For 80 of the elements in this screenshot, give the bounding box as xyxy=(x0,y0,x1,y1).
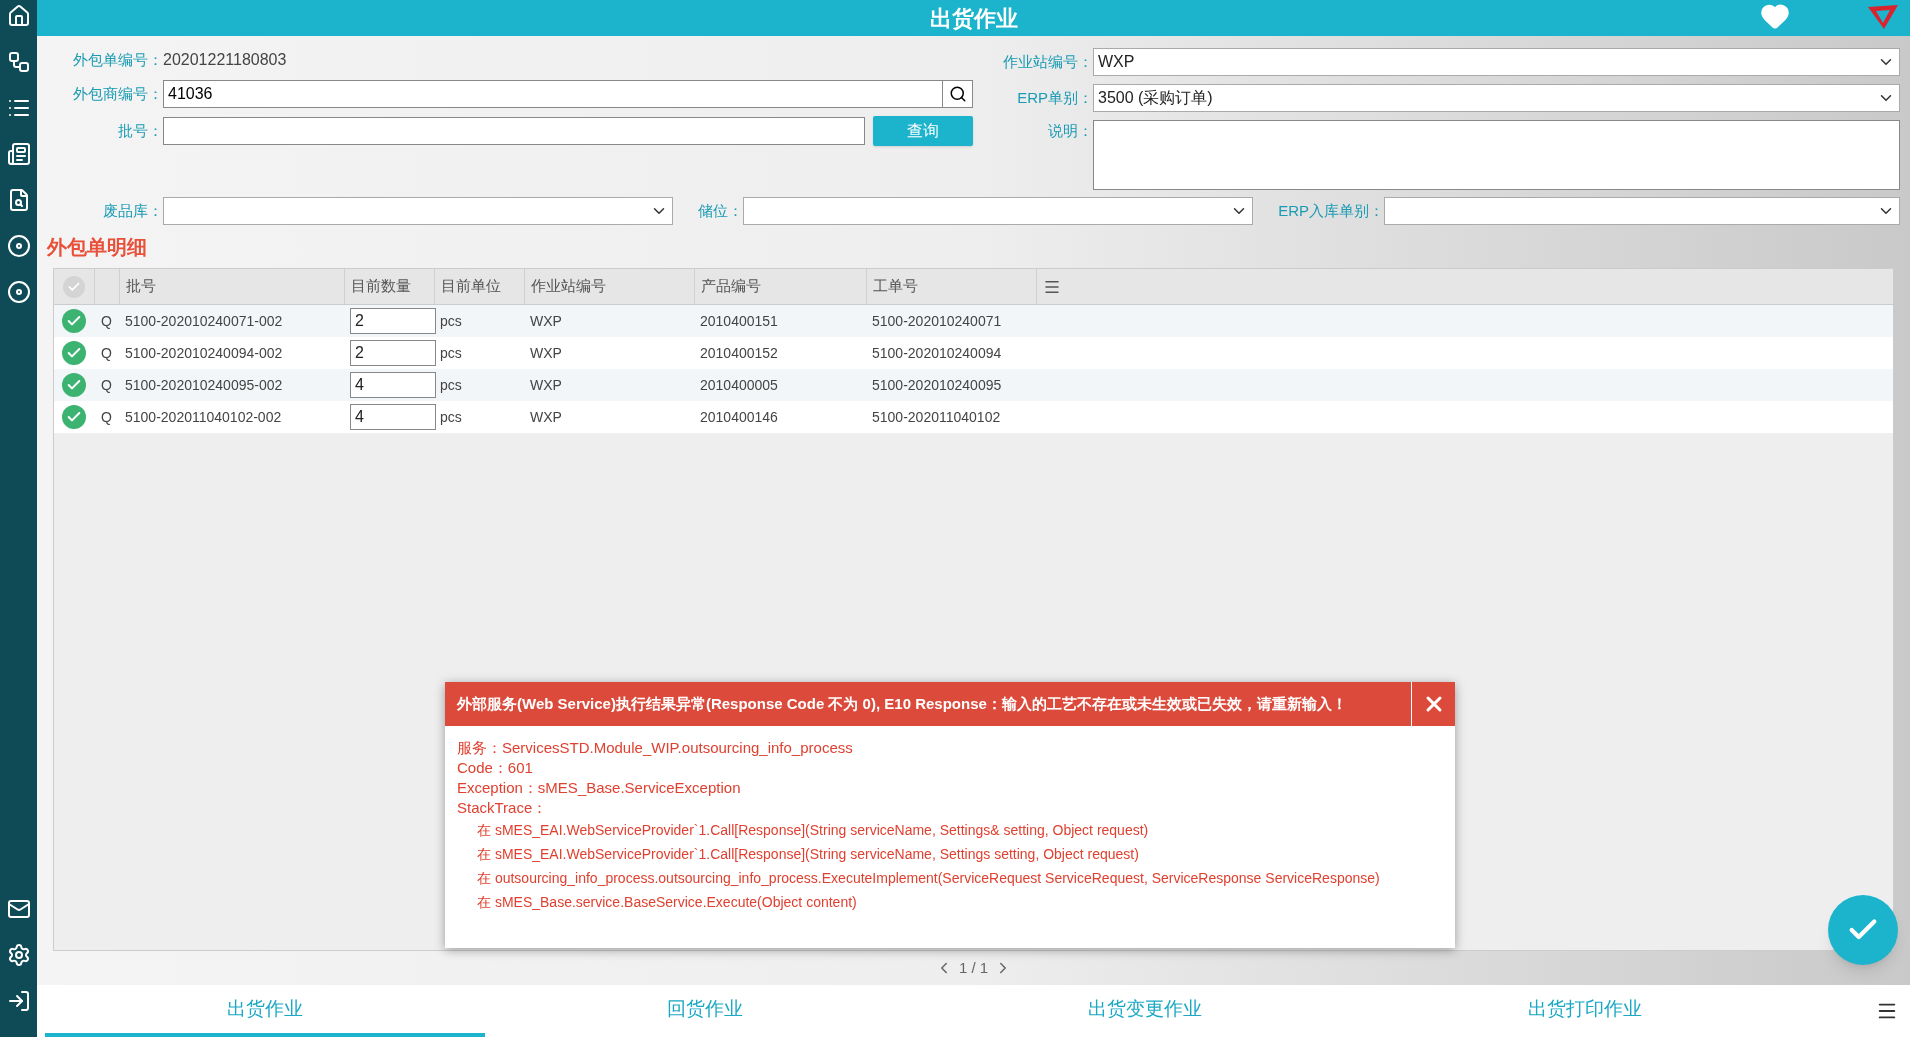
field-label: 作业站编号： xyxy=(1002,51,1093,72)
sidebar-icon[interactable] xyxy=(6,142,31,166)
field-label: 外包商编号： xyxy=(72,83,163,104)
error-detail: Code：601 xyxy=(457,758,534,778)
quantity-field[interactable]: 2 xyxy=(350,340,436,366)
error-detail: StackTrace： xyxy=(457,798,549,818)
column-header[interactable]: 目前数量 xyxy=(344,269,434,304)
table-cell-text: 5100-202011040102 xyxy=(871,407,1002,427)
table-cell-text: 5100-202010240071 xyxy=(871,311,1003,331)
table-cell-text: Q xyxy=(100,311,113,331)
sidebar-icon[interactable] xyxy=(6,234,31,258)
field-label: 储位： xyxy=(697,200,743,221)
stack-trace-line: 在 outsourcing_info_process.outsourcing_info_process.ExecuteImplement(ServiceRequest ServiceRequest, ServiceResponse ServiceResponse) xyxy=(476,869,1381,888)
table-cell-text: 2010400152 xyxy=(699,343,779,363)
mail-icon[interactable] xyxy=(6,897,31,921)
stack-trace-line: 在 sMES_EAI.WebServiceProvider`1.Call[Response](String serviceName, Settings setting, Object request) xyxy=(476,845,1140,864)
table-cell-text: 5100-202010240094 xyxy=(871,343,1003,363)
column-header[interactable]: 目前单位 xyxy=(434,269,524,304)
table-cell-text: 5100-202010240071-002 xyxy=(124,311,284,331)
row-checkbox[interactable] xyxy=(62,309,86,333)
settings-icon[interactable] xyxy=(6,943,31,967)
order-number: 20201221180803 xyxy=(163,50,287,70)
column-header[interactable]: 产品编号 xyxy=(694,269,866,304)
page-indicator: 1 / 1 xyxy=(958,957,989,978)
table-cell-text: pcs xyxy=(439,311,463,331)
quantity-field[interactable]: 2 xyxy=(350,308,436,334)
sidebar-icon[interactable] xyxy=(6,4,31,28)
logo-icon xyxy=(1866,3,1900,31)
field-label: 批号： xyxy=(117,120,163,141)
table-cell-text: pcs xyxy=(439,343,463,363)
dialog-title: 外部服务(Web Service)执行结果异常(Response Code 不为 0), E10 Response：输入的工艺不存在或未生效或已失效，请重新输入！ xyxy=(456,693,1348,714)
field-label: 废品库： xyxy=(102,200,163,221)
error-detail: 服务：ServicesSTD.Module_WIP.outsourcing_info_process xyxy=(457,738,854,758)
column-header[interactable]: 作业站编号 xyxy=(524,269,694,304)
table-cell-text: pcs xyxy=(439,375,463,395)
search-button[interactable] xyxy=(943,80,973,108)
quantity-field[interactable]: 4 xyxy=(350,372,436,398)
dropdown[interactable] xyxy=(163,197,673,225)
table-cell-text: WXP xyxy=(529,343,563,363)
table-cell-text: 5100-202010240094-002 xyxy=(124,343,284,363)
vendor-field[interactable]: 41036 xyxy=(163,80,943,108)
field-label: 说明： xyxy=(1047,121,1093,141)
page-title: 出货作业 xyxy=(929,4,1018,33)
note-field[interactable] xyxy=(1093,120,1900,190)
field-label: 外包单编号： xyxy=(72,49,163,70)
sidebar-icon[interactable] xyxy=(6,280,31,304)
table-cell-text: 2010400005 xyxy=(699,375,779,395)
quantity-field[interactable]: 4 xyxy=(350,404,436,430)
stack-trace-line: 在 sMES_EAI.WebServiceProvider`1.Call[Response](String serviceName, Settings& setting, Object request) xyxy=(476,821,1150,840)
table-cell-text: WXP xyxy=(529,407,563,427)
table-cell-text: 5100-202010240095-002 xyxy=(124,375,284,395)
field-label: ERP入库单别： xyxy=(1277,200,1384,221)
stack-trace-line: 在 sMES_Base.service.BaseService.Execute(Object content) xyxy=(476,893,858,912)
row-checkbox[interactable] xyxy=(62,373,86,397)
dropdown[interactable]: 3500 (采购订单) xyxy=(1093,84,1900,112)
sidebar-icon[interactable] xyxy=(6,50,31,74)
table-cell-text: WXP xyxy=(529,311,563,331)
table-cell-text: 5100-202010240095 xyxy=(871,375,1003,395)
table-cell-text: Q xyxy=(100,407,113,427)
dropdown[interactable]: WXP xyxy=(1093,48,1900,76)
row-checkbox[interactable] xyxy=(62,341,86,365)
table-cell-text: Q xyxy=(100,375,113,395)
table-cell-text: 2010400146 xyxy=(699,407,779,427)
table-cell-text: WXP xyxy=(529,375,563,395)
dropdown[interactable] xyxy=(743,197,1253,225)
search-icon xyxy=(948,85,967,103)
column-header[interactable]: 批号 xyxy=(119,269,344,304)
table-cell-text: Q xyxy=(100,343,113,363)
table-cell-text: pcs xyxy=(439,407,463,427)
select-all-checkbox[interactable] xyxy=(63,275,85,298)
section-title: 外包单明细 xyxy=(45,235,148,260)
row-checkbox[interactable] xyxy=(62,405,86,429)
table-cell-text: 2010400151 xyxy=(699,311,779,331)
batch-field[interactable] xyxy=(163,117,865,145)
table-cell-text: 5100-202011040102-002 xyxy=(124,407,283,427)
field-label: ERP单别： xyxy=(1016,87,1093,108)
error-detail: Exception：sMES_Base.ServiceException xyxy=(457,778,742,798)
dropdown[interactable] xyxy=(1384,197,1900,225)
logout-icon[interactable] xyxy=(6,989,31,1013)
column-header[interactable]: 工单号 xyxy=(866,269,1036,304)
